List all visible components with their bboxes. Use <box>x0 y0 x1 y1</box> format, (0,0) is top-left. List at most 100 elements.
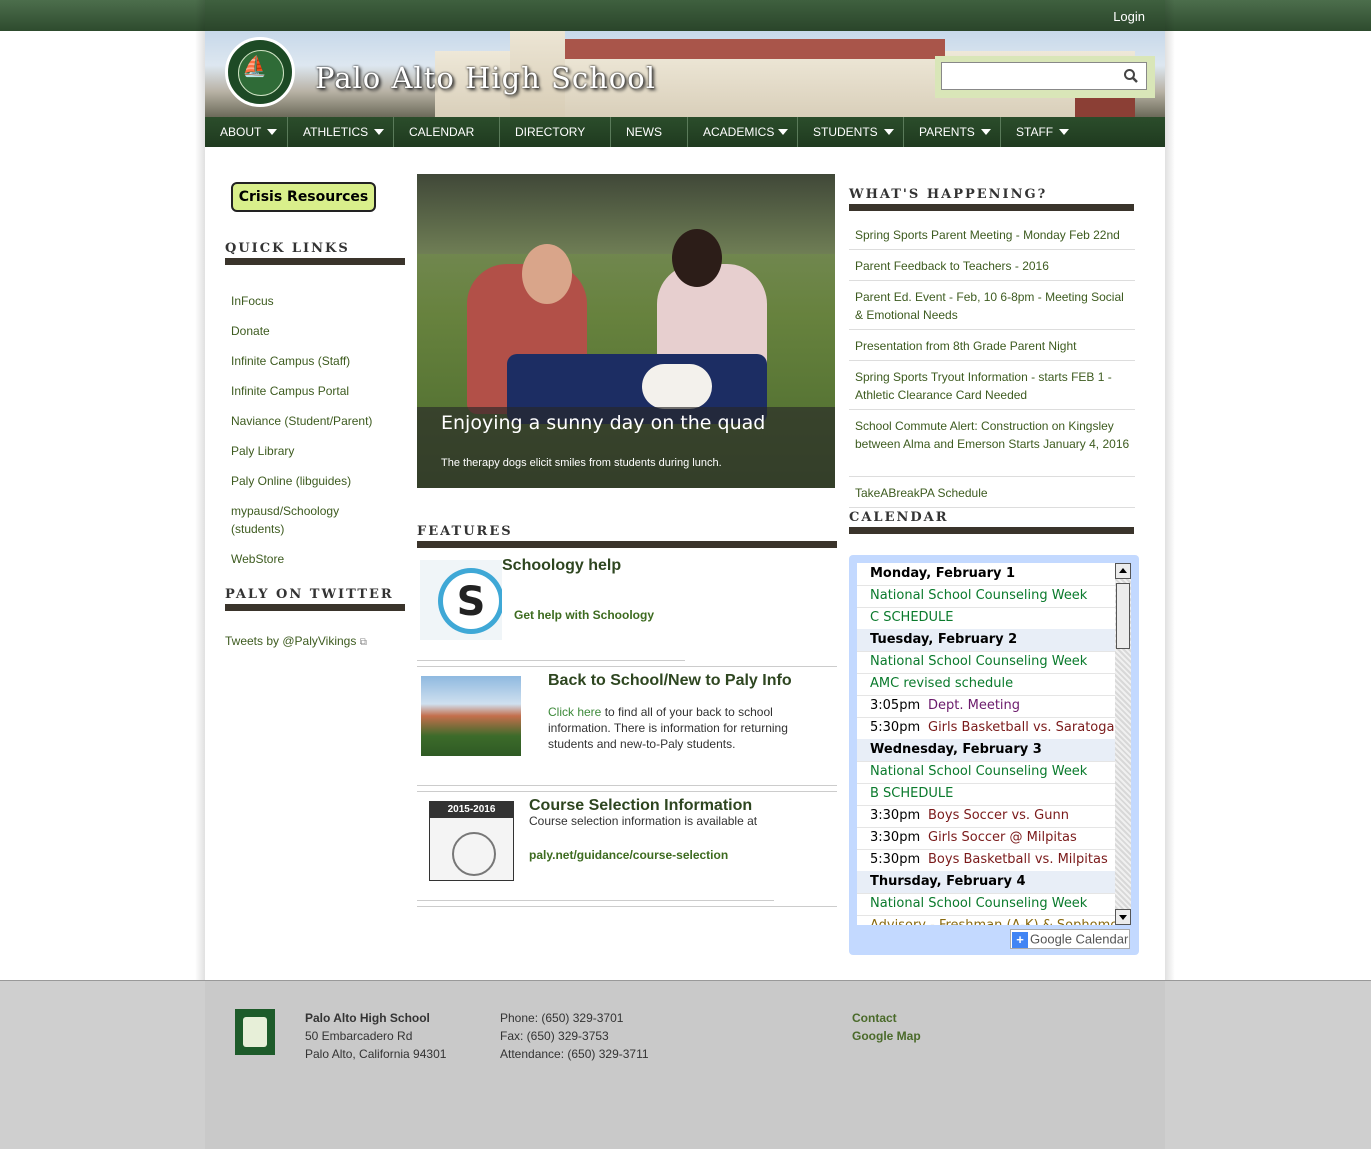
calendar-event[interactable]: C SCHEDULE <box>857 607 1115 630</box>
site-footer: Palo Alto High School 50 Embarcadero Rd … <box>0 980 1371 1149</box>
scroll-thumb[interactable] <box>1116 583 1130 649</box>
quick-link-infinite-campus-portal[interactable]: Infinite Campus Portal <box>231 382 349 400</box>
page-shadow-left <box>195 0 205 1148</box>
svg-text:S: S <box>457 579 486 625</box>
school-logo[interactable]: ⛵ <box>225 37 295 107</box>
calendar-event[interactable]: AMC revised schedule <box>857 673 1115 696</box>
calendar-event[interactable]: National School Counseling Week <box>857 893 1115 916</box>
feature-separator <box>417 791 837 792</box>
calendar-event-time: 3:30pm <box>870 808 921 823</box>
news-separator <box>849 280 1135 281</box>
feature-course-selection-link[interactable]: paly.net/guidance/course-selection <box>529 848 728 862</box>
footer-contact-link[interactable]: Contact <box>852 1009 897 1027</box>
slideshow[interactable]: Enjoying a sunny day on the quad The the… <box>417 174 835 488</box>
nav-staff[interactable]: STAFF <box>1000 117 1080 147</box>
chevron-down-icon <box>778 129 788 135</box>
login-link[interactable]: Login <box>1113 9 1145 24</box>
news-separator <box>849 329 1135 330</box>
twitter-link[interactable]: Tweets by @PalyVikings ⧉ <box>225 632 367 652</box>
calendar-event[interactable]: National School Counseling Week <box>857 761 1115 784</box>
news-separator <box>849 360 1135 361</box>
quick-link-schoology[interactable]: mypausd/Schoology (students) <box>231 502 361 538</box>
quick-link-naviance[interactable]: Naviance (Student/Parent) <box>231 412 372 430</box>
scroll-up-button[interactable] <box>1115 563 1131 579</box>
quick-links-heading: QUICK LINKS <box>225 241 350 256</box>
calendar-event-title: National School Counseling Week <box>870 588 1088 603</box>
feature-separator <box>417 906 837 907</box>
calendar-day-header: Monday, February 1 <box>857 563 1115 586</box>
calendar-event[interactable]: 5:30pm Boys Basketball vs. Milpitas <box>857 849 1115 872</box>
calendar-event-title: C SCHEDULE <box>870 610 954 625</box>
nav-about[interactable]: ABOUT <box>205 117 287 147</box>
feature-back-to-school-link[interactable]: Click here <box>548 705 601 719</box>
quick-link-infocus[interactable]: InFocus <box>231 292 274 310</box>
feature-back-to-school-title[interactable]: Back to School/New to Paly Info <box>548 672 792 690</box>
google-calendar-badge[interactable]: + Google Calendar <box>1010 929 1130 949</box>
news-item[interactable]: Parent Feedback to Teachers - 2016 <box>849 257 1135 275</box>
calendar-agenda-list[interactable]: Monday, February 1 National School Counse… <box>857 563 1115 925</box>
calendar-event[interactable]: National School Counseling Week <box>857 585 1115 608</box>
calendar-event[interactable]: Advisory - Freshman (A-K) & Sophomore <box>857 915 1115 925</box>
nav-academics[interactable]: ACADEMICS <box>687 117 797 147</box>
footer-address-line1: 50 Embarcadero Rd <box>305 1029 413 1043</box>
nav-news[interactable]: NEWS <box>610 117 687 147</box>
news-separator <box>849 507 1135 508</box>
calendar-event-title: National School Counseling Week <box>870 896 1088 911</box>
footer-google-map-link[interactable]: Google Map <box>852 1027 921 1045</box>
schoology-thumbnail[interactable]: S <box>420 560 504 640</box>
calendar-event[interactable]: B SCHEDULE <box>857 783 1115 806</box>
footer-fax: Fax: (650) 329-3753 <box>500 1029 609 1043</box>
header-roof-image <box>565 39 945 59</box>
chevron-down-icon <box>981 129 991 135</box>
nav-calendar[interactable]: CALENDAR <box>393 117 499 147</box>
nav-directory[interactable]: DIRECTORY <box>499 117 610 147</box>
calendar-event[interactable]: National School Counseling Week <box>857 651 1115 674</box>
page-shadow-right <box>1165 0 1175 1148</box>
feature-schoology-title[interactable]: Schoology help <box>502 557 621 575</box>
calendar-event[interactable]: 3:30pm Boys Soccer vs. Gunn <box>857 805 1115 828</box>
scroll-down-button[interactable] <box>1115 909 1131 925</box>
nav-parents[interactable]: PARENTS <box>903 117 1000 147</box>
slide-dog <box>642 364 712 409</box>
features-divider <box>417 541 837 548</box>
quick-link-infinite-campus-staff[interactable]: Infinite Campus (Staff) <box>231 352 350 370</box>
site-title[interactable]: Palo Alto High School <box>315 61 656 95</box>
quick-link-paly-library[interactable]: Paly Library <box>231 442 294 460</box>
quick-link-donate[interactable]: Donate <box>231 322 270 340</box>
footer-school-name: Palo Alto High School <box>305 1011 430 1025</box>
slide-background <box>417 174 835 254</box>
search-button[interactable] <box>1121 66 1141 86</box>
calendar-scrollbar[interactable] <box>1115 563 1131 925</box>
slide-caption: The therapy dogs elicit smiles from stud… <box>441 457 722 469</box>
news-item-label: Parent Ed. Event - Feb, 10 6-8pm - Meeti… <box>855 290 1124 322</box>
calendar-event[interactable]: 3:30pm Girls Soccer @ Milpitas <box>857 827 1115 850</box>
schoology-logo-icon: S <box>438 568 504 634</box>
news-item[interactable]: Spring Sports Tryout Information - start… <box>849 368 1135 404</box>
news-item-label: Parent Feedback to Teachers - 2016 <box>855 259 1049 273</box>
calendar-event[interactable]: 5:30pm Girls Basketball vs. Saratoga <box>857 717 1115 740</box>
quick-link-webstore[interactable]: WebStore <box>231 550 284 568</box>
footer-inner: Palo Alto High School 50 Embarcadero Rd … <box>205 981 1165 1149</box>
news-item[interactable]: Parent Ed. Event - Feb, 10 6-8pm - Meeti… <box>849 288 1135 324</box>
quick-link-paly-online[interactable]: Paly Online (libguides) <box>231 472 351 490</box>
nav-students[interactable]: STUDENTS <box>797 117 903 147</box>
calendar-day-label: Thursday, February 4 <box>870 874 1026 889</box>
calendar-event-title: Girls Basketball vs. Saratoga <box>928 720 1115 735</box>
calendar-event-title: National School Counseling Week <box>870 764 1088 779</box>
news-item[interactable]: School Commute Alert: Construction on Ki… <box>849 417 1135 453</box>
news-item[interactable]: Spring Sports Parent Meeting - Monday Fe… <box>849 226 1135 244</box>
news-item[interactable]: Presentation from 8th Grade Parent Night <box>849 337 1135 355</box>
search-icon <box>1124 69 1138 83</box>
nav-athletics[interactable]: ATHLETICS <box>287 117 393 147</box>
crisis-resources-button[interactable]: Crisis Resources <box>231 182 376 212</box>
search-input[interactable] <box>941 62 1147 90</box>
news-item[interactable]: TakeABreakPA Schedule <box>849 484 1135 502</box>
calendar-event-title: Boys Basketball vs. Milpitas <box>928 852 1108 867</box>
feature-course-selection-text: Course selection information is availabl… <box>529 814 758 828</box>
course-selection-thumbnail[interactable]: 2015-2016 <box>429 801 514 881</box>
back-to-school-thumbnail[interactable] <box>421 676 521 756</box>
footer-logo[interactable] <box>235 1009 275 1055</box>
feature-schoology-link[interactable]: Get help with Schoology <box>514 608 654 622</box>
calendar-event[interactable]: 3:05pm Dept. Meeting <box>857 695 1115 718</box>
calendar-event-time: 5:30pm <box>870 720 921 735</box>
